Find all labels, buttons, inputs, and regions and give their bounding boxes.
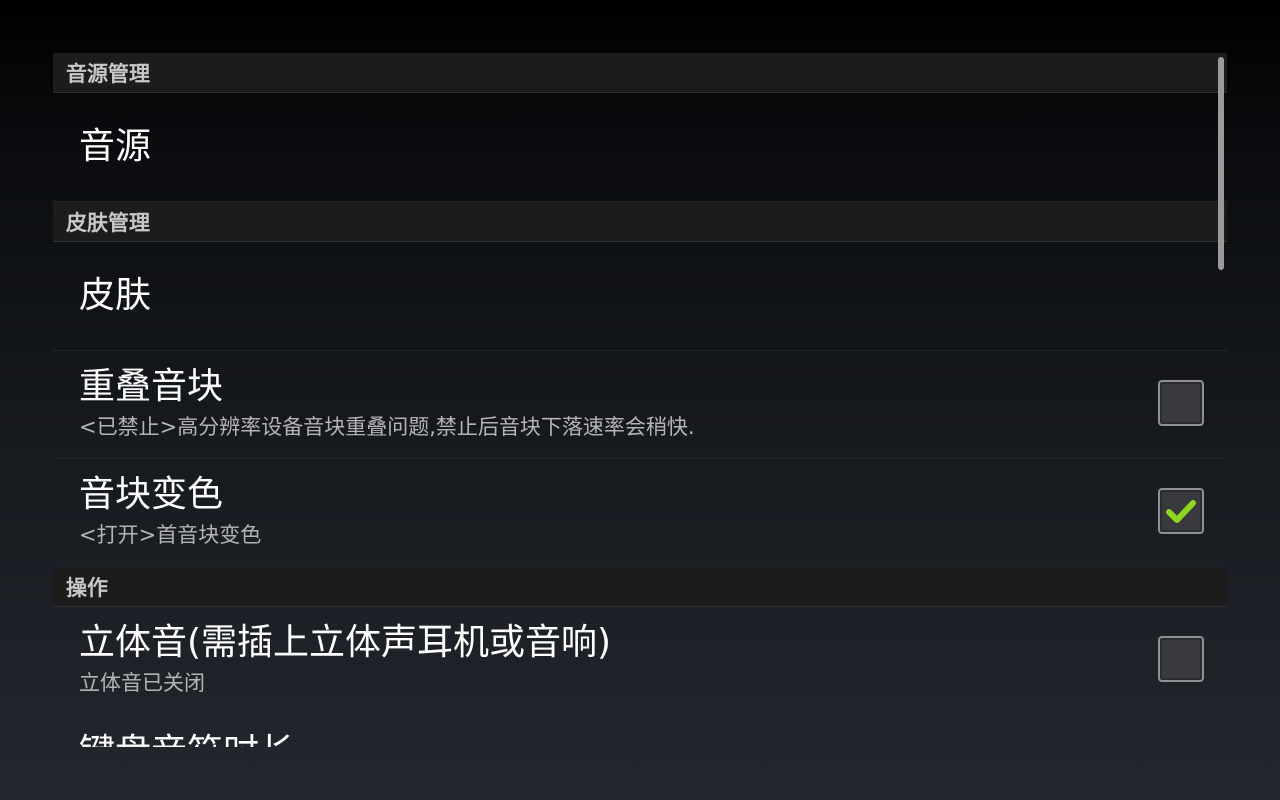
preference-title: 音源 [79,126,152,167]
preference-stereo[interactable]: 立体音(需插上立体声耳机或音响) 立体音已关闭 [53,607,1227,715]
category-title: 音源管理 [66,61,150,86]
preference-skin[interactable]: 皮肤 [53,242,1227,351]
preference-title: 皮肤 [79,275,152,316]
preference-list: 音源管理 音源 皮肤管理 皮肤 重叠音块 <已禁止>高分辨率设备音块重叠问题,禁… [53,53,1227,747]
preference-summary: <已禁止>高分辨率设备音块重叠问题,禁止后音块下落速率会稍快. [79,415,695,439]
preference-key-note-duration[interactable]: 键盘音符时长 [53,715,1227,748]
preference-title: 音块变色 [79,474,224,515]
category-title: 操作 [66,575,108,600]
preference-overlap-blocks[interactable]: 重叠音块 <已禁止>高分辨率设备音块重叠问题,禁止后音块下落速率会稍快. [53,351,1227,459]
block-color-change-checkbox[interactable] [1158,488,1204,534]
scrollbar[interactable] [1218,57,1224,270]
stereo-checkbox[interactable] [1158,636,1204,682]
preference-sound-source[interactable]: 音源 [53,93,1227,202]
preference-summary: 立体音已关闭 [79,671,205,695]
overlap-blocks-checkbox[interactable] [1158,380,1204,426]
category-title: 皮肤管理 [66,210,150,235]
check-mark-icon [1166,500,1196,523]
category-header-skin: 皮肤管理 [53,202,1227,242]
preference-title: 键盘音符时长 [79,733,295,748]
preference-title: 立体音(需插上立体声耳机或音响) [79,622,612,663]
preference-title: 重叠音块 [79,366,224,407]
preference-block-color-change[interactable]: 音块变色 <打开>首音块变色 [53,459,1227,567]
category-header-sound-source: 音源管理 [53,53,1227,93]
preference-summary: <打开>首音块变色 [79,523,262,547]
category-header-operation: 操作 [53,567,1227,607]
